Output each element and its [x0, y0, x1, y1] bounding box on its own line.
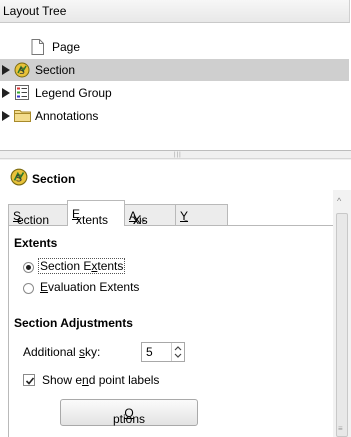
- additional-sky-value[interactable]: 5: [146, 345, 153, 359]
- legend-icon: [15, 85, 29, 103]
- options-button[interactable]: Options: [60, 399, 198, 426]
- splitter-grip-icon: |||: [174, 152, 182, 158]
- resize-grip-icon: ≡: [338, 424, 343, 433]
- tree-item-annotations[interactable]: Annotations: [0, 105, 349, 127]
- section-extents-label[interactable]: Section Extents: [38, 258, 126, 274]
- scrollbar-thumb[interactable]: [336, 213, 348, 437]
- properties-title: Section: [32, 172, 76, 186]
- tab-section[interactable]: Section: [8, 204, 68, 227]
- section-extents-radio[interactable]: [23, 262, 34, 273]
- layout-tree-header: Layout Tree: [0, 0, 350, 23]
- svg-text:S: S: [19, 67, 25, 77]
- show-end-point-labels-label[interactable]: Show end point labels: [42, 373, 159, 387]
- folder-icon: [14, 109, 31, 125]
- section-icon: S: [14, 62, 30, 81]
- page-icon: [31, 39, 44, 58]
- tree-item-label: Legend Group: [35, 86, 112, 100]
- tab-extents[interactable]: Extents: [67, 200, 125, 227]
- expand-arrow-icon[interactable]: [2, 65, 10, 75]
- tree-item-label: Section: [35, 63, 76, 77]
- expand-arrow-icon[interactable]: [2, 88, 10, 98]
- tree-item-label: Page: [52, 40, 81, 54]
- additional-sky-spinbox[interactable]: 5: [141, 342, 185, 362]
- tree-item-section[interactable]: S Section: [0, 59, 349, 81]
- spin-arrows-icon[interactable]: [171, 343, 184, 361]
- evaluation-extents-label[interactable]: Evaluation Extents: [40, 280, 139, 294]
- tree-item-label: Annotations: [35, 109, 99, 123]
- tree-item-legend-group[interactable]: Legend Group: [0, 82, 349, 104]
- tab-y-axis[interactable]: Y-Axis: [175, 204, 228, 241]
- svg-text:S: S: [16, 174, 22, 185]
- expand-arrow-icon[interactable]: [2, 111, 10, 121]
- tab-x-axis[interactable]: X- Axis: [124, 204, 176, 227]
- evaluation-extents-radio[interactable]: [23, 283, 34, 294]
- additional-sky-label: Additional sky:: [23, 345, 101, 359]
- extents-group-title: Extents: [14, 236, 58, 250]
- show-end-point-labels-checkbox[interactable]: [23, 374, 35, 386]
- section-icon: S: [10, 168, 28, 189]
- section-adjustments-title: Section Adjustments: [14, 316, 133, 330]
- scroll-up-icon[interactable]: ^: [337, 196, 341, 206]
- panel-splitter[interactable]: |||: [0, 150, 351, 159]
- layout-tree-title: Layout Tree: [3, 4, 67, 18]
- tree-item-page[interactable]: Page: [0, 36, 349, 58]
